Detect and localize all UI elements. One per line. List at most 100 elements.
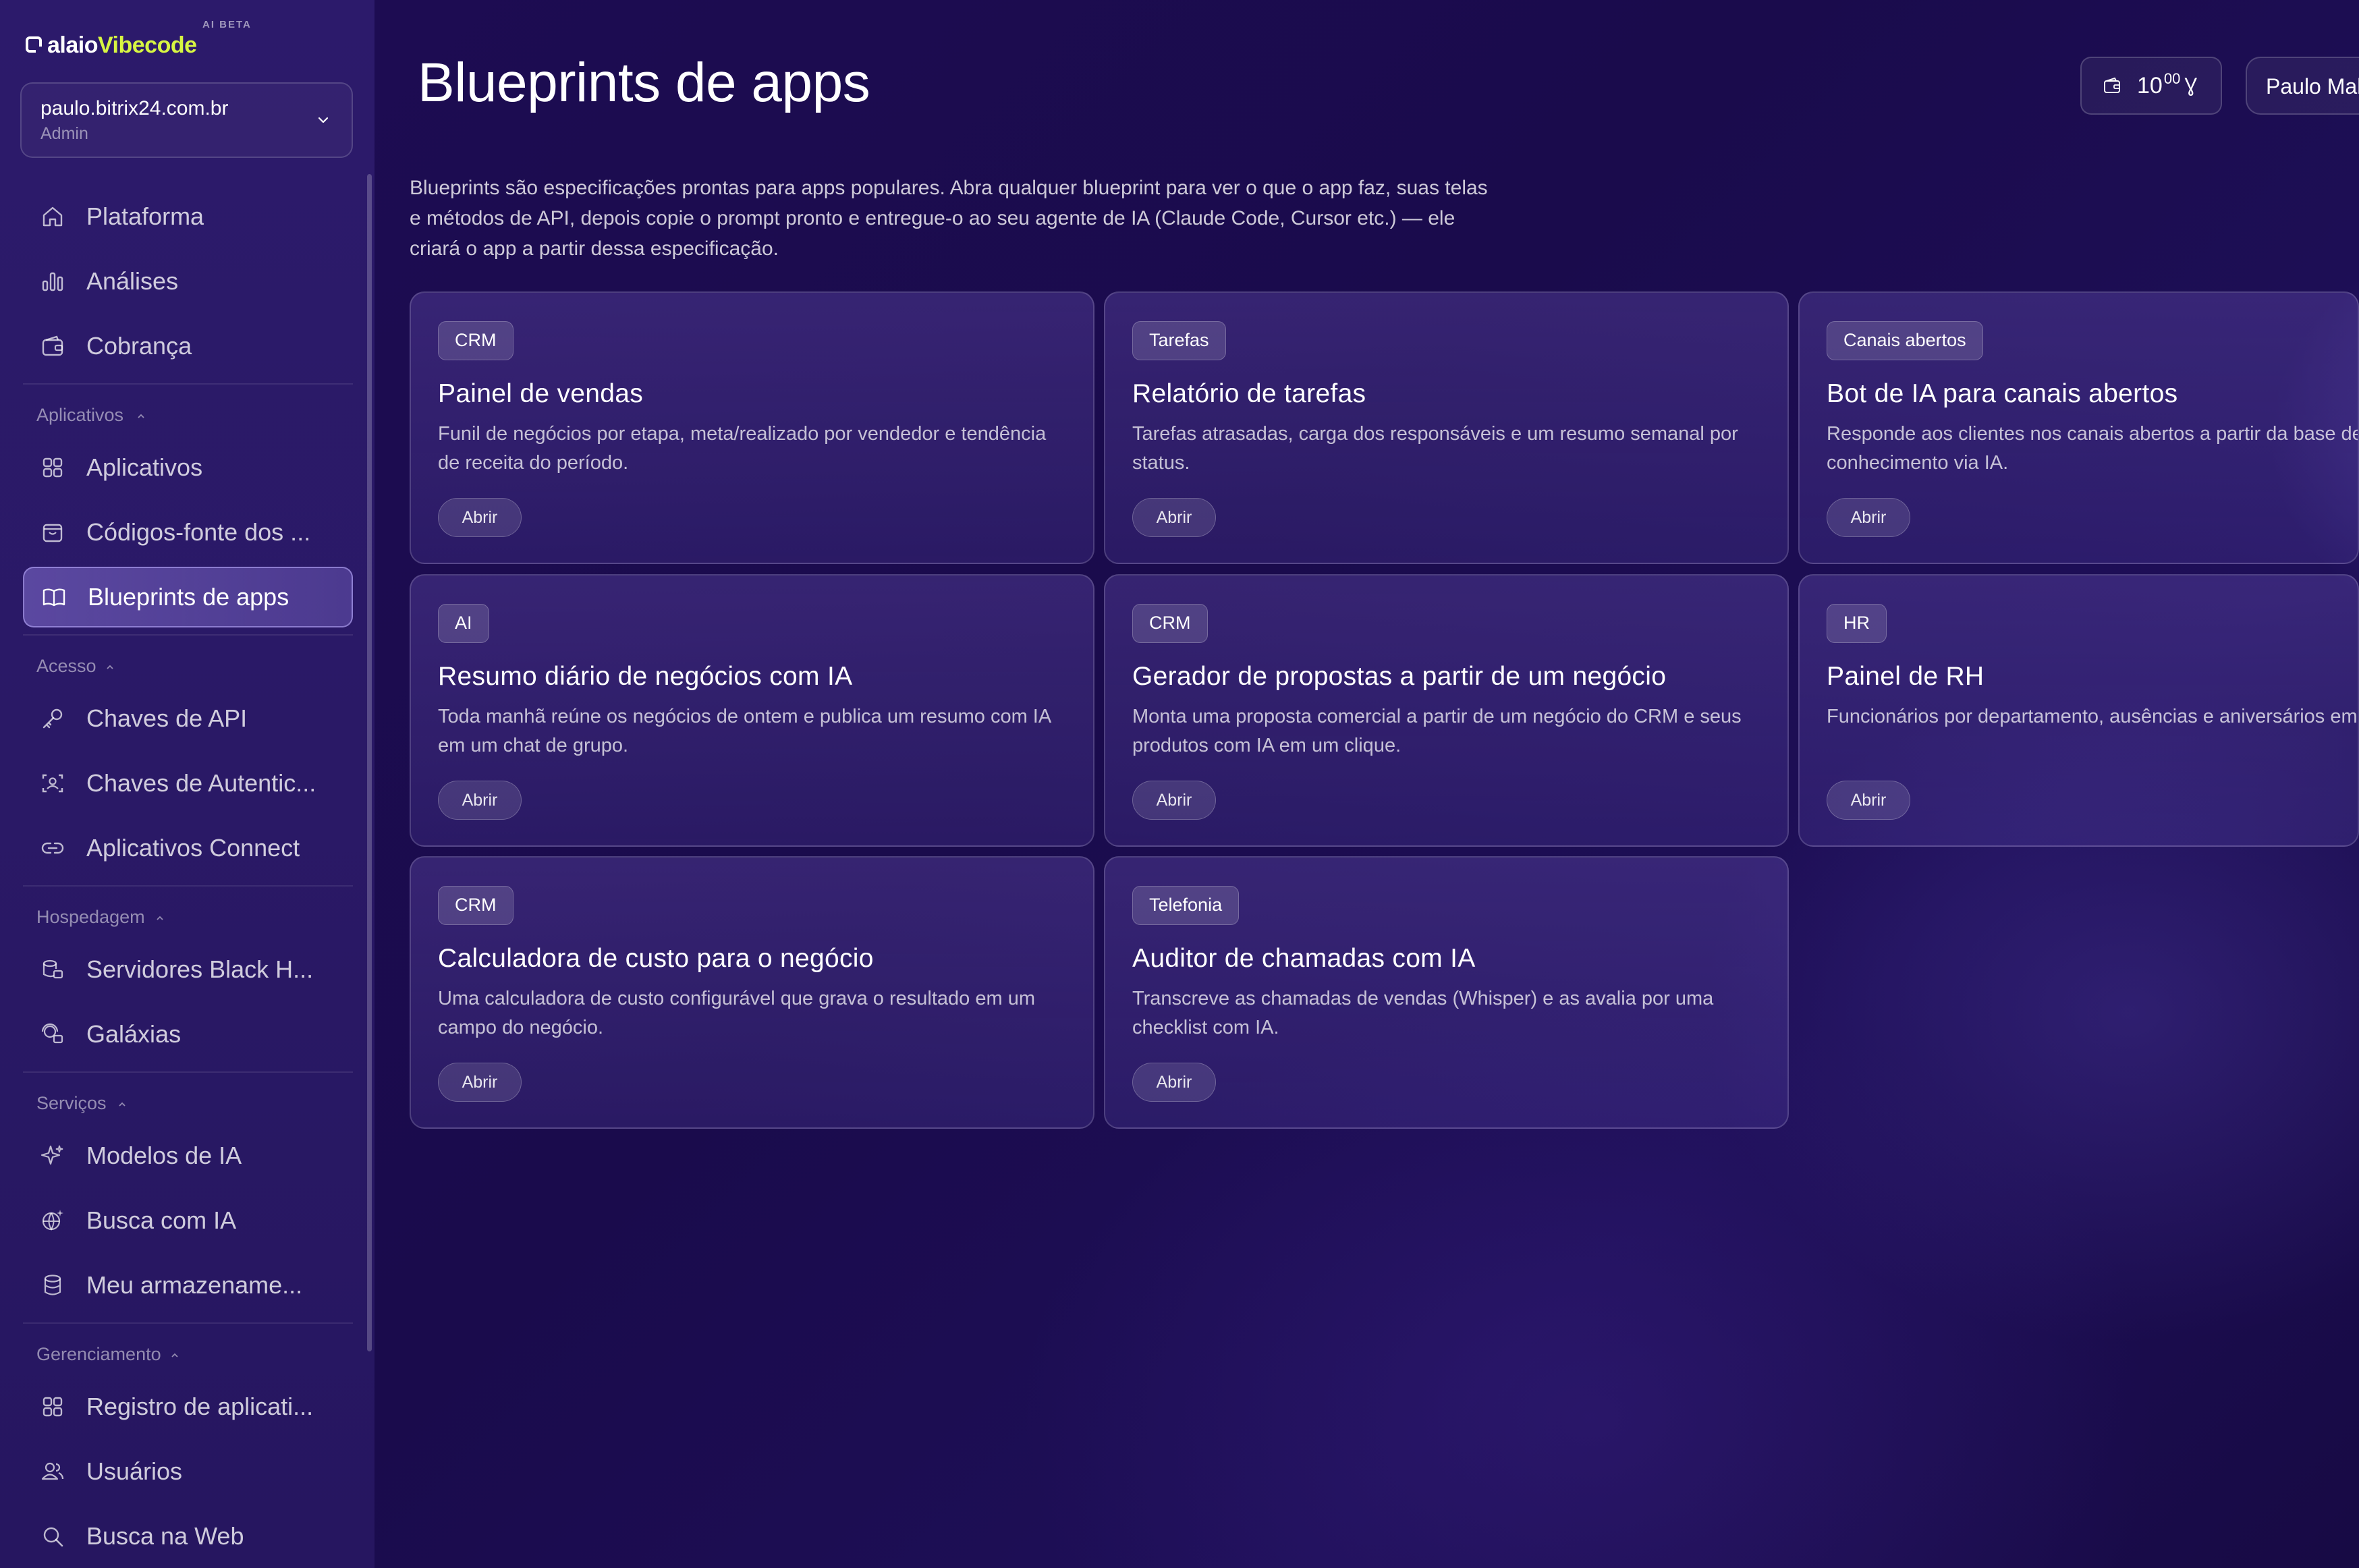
user-menu[interactable]: Paulo Mal bbox=[2246, 57, 2359, 115]
sidebar-item-label: Busca com IA bbox=[86, 1206, 237, 1234]
sidebar-item-usuarios[interactable]: Usuários bbox=[23, 1441, 353, 1502]
chevron-up-icon bbox=[157, 916, 163, 920]
sidebar-item-codigos-fonte[interactable]: Códigos-fonte dos ... bbox=[23, 502, 353, 563]
credits-decimal: 00 bbox=[2163, 70, 2181, 87]
sparkle-icon bbox=[39, 1142, 66, 1169]
open-button[interactable]: Abrir bbox=[438, 1063, 522, 1102]
chevron-up-icon bbox=[107, 665, 113, 669]
card-title: Gerador de propostas a partir de um negó… bbox=[1132, 662, 1667, 691]
card-title: Bot de IA para canais abertos bbox=[1827, 379, 2178, 408]
blueprint-card[interactable]: Canais abertos Bot de IA para canais abe… bbox=[1798, 291, 2359, 564]
galaxy-icon bbox=[39, 1021, 66, 1048]
intro-text: Blueprints são especificações prontas pa… bbox=[410, 177, 1488, 260]
category-tag: CRM bbox=[438, 886, 514, 925]
sidebar-item-analises[interactable]: Análises bbox=[23, 251, 353, 312]
sidebar-item-label: Usuários bbox=[86, 1457, 183, 1485]
open-button[interactable]: Abrir bbox=[1132, 498, 1216, 537]
sidebar-item-label: Registro de aplicati... bbox=[86, 1393, 314, 1420]
blueprint-card[interactable]: HR Painel de RH Funcionários por departa… bbox=[1798, 574, 2359, 847]
sidebar-item-plataforma[interactable]: Plataforma bbox=[23, 186, 353, 247]
open-button[interactable]: Abrir bbox=[1132, 781, 1216, 820]
server-icon bbox=[39, 956, 66, 983]
home-icon bbox=[39, 203, 66, 230]
brand-name: alaioVibecode bbox=[47, 32, 197, 58]
globe-sparkle-icon bbox=[39, 1207, 66, 1234]
sidebar-item-chaves-api[interactable]: Chaves de API bbox=[23, 688, 353, 749]
nav-section-aplicativos[interactable]: Aplicativos bbox=[23, 383, 353, 433]
card-description: Uma calculadora de custo configurável qu… bbox=[438, 988, 1035, 1038]
card-title: Auditor de chamadas com IA bbox=[1132, 944, 1476, 973]
user-name: Paulo Mal bbox=[2266, 74, 2359, 99]
open-button[interactable]: Abrir bbox=[1827, 781, 1910, 820]
category-tag: Telefonia bbox=[1132, 886, 1240, 925]
sidebar-item-label: Chaves de Autentic... bbox=[86, 769, 316, 797]
sidebar-item-label: Códigos-fonte dos ... bbox=[86, 518, 311, 546]
card-title: Resumo diário de negócios com IA bbox=[438, 662, 853, 691]
nav-section-label: Serviços bbox=[36, 1093, 107, 1113]
brand-logo[interactable]: alaioVibecode AI BETA bbox=[26, 16, 269, 63]
sidebar-item-servidores[interactable]: Servidores Black H... bbox=[23, 939, 353, 1000]
sidebar-item-blueprints[interactable]: Blueprints de apps bbox=[23, 567, 353, 627]
blueprint-card[interactable]: AI Resumo diário de negócios com IA Toda… bbox=[410, 574, 1094, 847]
sidebar: alaioVibecode AI BETA paulo.bitrix24.com… bbox=[0, 0, 374, 1568]
open-button[interactable]: Abrir bbox=[438, 781, 522, 820]
card-description: Monta uma proposta comercial a partir de… bbox=[1132, 706, 1742, 756]
credits-symbol: Ɣ bbox=[2184, 74, 2198, 96]
logo-icon bbox=[26, 36, 43, 53]
sidebar-item-armazenamento[interactable]: Meu armazename... bbox=[23, 1255, 353, 1316]
sidebar-item-modelos-ia[interactable]: Modelos de IA bbox=[23, 1125, 353, 1186]
sidebar-item-label: Servidores Black H... bbox=[86, 955, 314, 983]
sidebar-item-chaves-autenticacao[interactable]: Chaves de Autentic... bbox=[23, 753, 353, 814]
sidebar-item-galaxias[interactable]: Galáxias bbox=[23, 1004, 353, 1065]
blueprint-card[interactable]: CRM Painel de vendas Funil de negócios p… bbox=[410, 291, 1094, 564]
blueprint-card[interactable]: Tarefas Relatório de tarefas Tarefas atr… bbox=[1104, 291, 1789, 564]
category-tag: CRM bbox=[1132, 604, 1208, 643]
beta-badge: AI BETA bbox=[202, 19, 252, 30]
sidebar-item-aplicativos[interactable]: Aplicativos bbox=[23, 437, 353, 498]
nav-section-gerenciamento[interactable]: Gerenciamento bbox=[23, 1322, 353, 1372]
open-button[interactable]: Abrir bbox=[1132, 1063, 1216, 1102]
open-button[interactable]: Abrir bbox=[438, 498, 522, 537]
card-title: Painel de vendas bbox=[438, 379, 644, 408]
card-title: Relatório de tarefas bbox=[1132, 379, 1366, 408]
search-icon bbox=[39, 1523, 66, 1550]
sidebar-nav: Plataforma Análises Cobrança Aplicativos… bbox=[0, 182, 374, 1568]
card-title: Calculadora de custo para o negócio bbox=[438, 944, 874, 973]
credits-integer: 10 bbox=[2137, 72, 2163, 99]
sidebar-item-label: Galáxias bbox=[86, 1020, 182, 1048]
card-description: Responde aos clientes nos canais abertos… bbox=[1827, 423, 2359, 474]
sidebar-item-label: Busca na Web bbox=[86, 1522, 244, 1550]
open-button[interactable]: Abrir bbox=[1827, 498, 1910, 537]
nav-section-servicos[interactable]: Serviços bbox=[23, 1071, 353, 1121]
nav-section-hospedagem[interactable]: Hospedagem bbox=[23, 885, 353, 935]
link-icon bbox=[39, 835, 66, 862]
card-description: Transcreve as chamadas de vendas (Whispe… bbox=[1132, 988, 1714, 1038]
blueprint-card[interactable]: CRM Gerador de propostas a partir de um … bbox=[1104, 574, 1789, 847]
sidebar-scrollbar[interactable] bbox=[367, 174, 372, 1351]
account-switcher[interactable]: paulo.bitrix24.com.br Admin bbox=[20, 82, 353, 158]
nav-section-label: Gerenciamento bbox=[36, 1344, 161, 1364]
book-icon bbox=[40, 584, 67, 611]
sidebar-item-busca-web[interactable]: Busca na Web bbox=[23, 1506, 353, 1567]
nav-section-label: Hospedagem bbox=[36, 907, 145, 927]
bag-icon bbox=[39, 519, 66, 546]
blueprint-card[interactable]: Telefonia Auditor de chamadas com IA Tra… bbox=[1104, 856, 1789, 1129]
sidebar-item-busca-ia[interactable]: Busca com IA bbox=[23, 1190, 353, 1251]
account-email: paulo.bitrix24.com.br bbox=[40, 97, 229, 119]
sidebar-item-registro-aplicativos[interactable]: Registro de aplicati... bbox=[23, 1376, 353, 1437]
sidebar-item-label: Aplicativos Connect bbox=[86, 834, 300, 862]
database-icon bbox=[39, 1272, 66, 1299]
chevron-up-icon bbox=[171, 1353, 178, 1357]
sidebar-item-label: Plataforma bbox=[86, 202, 204, 230]
sidebar-item-label: Meu armazename... bbox=[86, 1271, 303, 1299]
sidebar-item-cobranca[interactable]: Cobrança bbox=[23, 316, 353, 376]
blueprint-card[interactable]: CRM Calculadora de custo para o negócio … bbox=[410, 856, 1094, 1129]
category-tag: HR bbox=[1827, 604, 1887, 643]
card-description: Funcionários por departamento, ausências… bbox=[1827, 706, 2358, 727]
nav-section-acesso[interactable]: Acesso bbox=[23, 634, 353, 684]
card-description: Funil de negócios por etapa, meta/realiz… bbox=[438, 423, 1047, 474]
nav-section-label: Acesso bbox=[36, 656, 96, 676]
sidebar-item-aplicativos-connect[interactable]: Aplicativos Connect bbox=[23, 818, 353, 878]
credits-balance[interactable]: 10 00 Ɣ bbox=[2080, 57, 2222, 115]
card-title: Painel de RH bbox=[1827, 662, 1985, 691]
